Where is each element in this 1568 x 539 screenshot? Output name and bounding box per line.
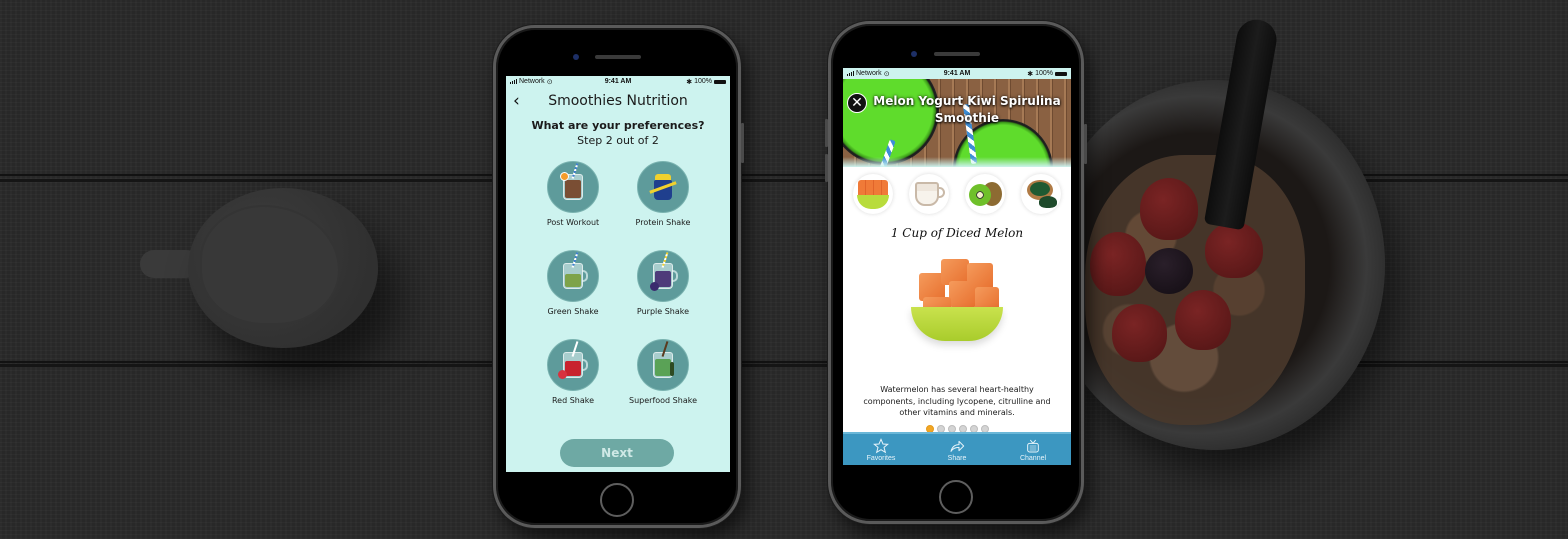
diced-melon-image bbox=[909, 253, 1005, 345]
wifi-icon: ⊙ bbox=[883, 70, 890, 78]
recipe-screen: Network ⊙ 9:41 AM ✱ 100% ✕ Melon Yogurt … bbox=[843, 68, 1071, 465]
tab-label: Channel bbox=[1019, 454, 1047, 462]
preference-options: Post Workout Protein Shake Green Shake P… bbox=[528, 161, 708, 428]
option-post-workout[interactable]: Post Workout bbox=[528, 161, 618, 250]
option-green-shake[interactable]: Green Shake bbox=[528, 250, 618, 339]
wifi-icon: ⊙ bbox=[546, 78, 553, 86]
chevron-left-icon[interactable]: ‹ bbox=[513, 93, 527, 110]
green-shake-jar-icon bbox=[547, 250, 599, 302]
strawberry bbox=[1090, 232, 1146, 296]
phone-left: Network ⊙ 9:41 AM ✱ 100% ‹ Smoothies Nut… bbox=[493, 25, 744, 528]
iced-coffee-jar-icon bbox=[547, 161, 599, 213]
preferences-screen: Network ⊙ 9:41 AM ✱ 100% ‹ Smoothies Nut… bbox=[506, 76, 730, 472]
tab-label: Share bbox=[947, 454, 967, 462]
carrier-label: Network bbox=[519, 78, 545, 85]
option-label: Post Workout bbox=[546, 218, 600, 227]
power-button[interactable] bbox=[741, 123, 744, 163]
earpiece bbox=[934, 52, 980, 56]
volume-button[interactable] bbox=[825, 154, 828, 182]
share-arrow-icon bbox=[948, 438, 966, 454]
carrier-label: Network bbox=[856, 70, 882, 77]
phone-right: Network ⊙ 9:41 AM ✱ 100% ✕ Melon Yogurt … bbox=[825, 21, 1087, 524]
status-bar: Network ⊙ 9:41 AM ✱ 100% bbox=[843, 68, 1071, 79]
bluetooth-icon: ✱ bbox=[1027, 70, 1034, 78]
ingredient-melon-thumb[interactable] bbox=[853, 174, 893, 214]
strawberry bbox=[1175, 290, 1231, 350]
home-button[interactable] bbox=[939, 480, 973, 514]
tv-icon bbox=[1024, 438, 1042, 454]
battery-icon bbox=[1055, 71, 1067, 76]
earpiece bbox=[595, 55, 641, 59]
blackberry bbox=[1145, 248, 1193, 294]
nav-bar: ‹ Smoothies Nutrition bbox=[506, 88, 730, 114]
step-indicator: Step 2 out of 2 bbox=[577, 134, 659, 147]
ingredient-list bbox=[853, 174, 1061, 216]
strawberry bbox=[1112, 304, 1167, 362]
close-icon[interactable]: ✕ bbox=[847, 93, 867, 113]
star-icon bbox=[872, 437, 890, 454]
red-shake-jar-icon bbox=[547, 339, 599, 391]
option-label: Red Shake bbox=[551, 396, 595, 405]
ingredient-yogurt-thumb[interactable] bbox=[909, 174, 949, 214]
tab-share[interactable]: Share bbox=[919, 434, 995, 465]
tab-bar: Favorites Share Channel bbox=[843, 432, 1071, 465]
ingredient-kiwi-thumb[interactable] bbox=[965, 174, 1005, 214]
front-camera bbox=[573, 54, 579, 60]
ingredient-spirulina-thumb[interactable] bbox=[1021, 174, 1061, 214]
status-bar: Network ⊙ 9:41 AM ✱ 100% bbox=[506, 76, 730, 87]
home-button[interactable] bbox=[600, 483, 634, 517]
status-time: 9:41 AM bbox=[943, 70, 971, 77]
front-camera bbox=[911, 51, 917, 57]
option-label: Purple Shake bbox=[636, 307, 690, 316]
protein-shaker-icon bbox=[637, 161, 689, 213]
option-red-shake[interactable]: Red Shake bbox=[528, 339, 618, 428]
tab-channel[interactable]: Channel bbox=[995, 434, 1071, 465]
bluetooth-icon: ✱ bbox=[686, 78, 693, 86]
signal-icon bbox=[847, 71, 854, 76]
ingredient-description: Watermelon has several heart-healthy com… bbox=[863, 385, 1051, 417]
battery-percent: 100% bbox=[694, 78, 712, 85]
signal-icon bbox=[510, 79, 517, 84]
option-label: Green Shake bbox=[547, 307, 599, 316]
tab-label: Favorites bbox=[866, 454, 896, 462]
power-button[interactable] bbox=[1084, 124, 1087, 164]
superfood-jar-icon bbox=[637, 339, 689, 391]
preferences-heading: What are your preferences? bbox=[531, 119, 705, 132]
strawberry bbox=[1140, 178, 1198, 240]
next-button[interactable]: Next bbox=[560, 439, 674, 467]
tab-favorites[interactable]: Favorites bbox=[843, 434, 919, 465]
strawberry bbox=[1205, 222, 1263, 278]
recipe-title: Melon Yogurt Kiwi Spirulina Smoothie bbox=[873, 94, 1061, 125]
recipe-hero-image: ✕ Melon Yogurt Kiwi Spirulina Smoothie bbox=[843, 79, 1071, 167]
option-superfood-shake[interactable]: Superfood Shake bbox=[618, 339, 708, 428]
option-purple-shake[interactable]: Purple Shake bbox=[618, 250, 708, 339]
ingredient-title: 1 Cup of Diced Melon bbox=[890, 226, 1024, 240]
purple-shake-jar-icon bbox=[637, 250, 689, 302]
volume-button[interactable] bbox=[825, 119, 828, 147]
status-time: 9:41 AM bbox=[604, 78, 632, 85]
page-title: Smoothies Nutrition bbox=[548, 93, 688, 109]
option-label: Superfood Shake bbox=[629, 396, 697, 405]
option-label: Protein Shake bbox=[635, 218, 691, 227]
option-protein-shake[interactable]: Protein Shake bbox=[618, 161, 708, 250]
battery-icon bbox=[714, 79, 726, 84]
battery-percent: 100% bbox=[1035, 70, 1053, 77]
